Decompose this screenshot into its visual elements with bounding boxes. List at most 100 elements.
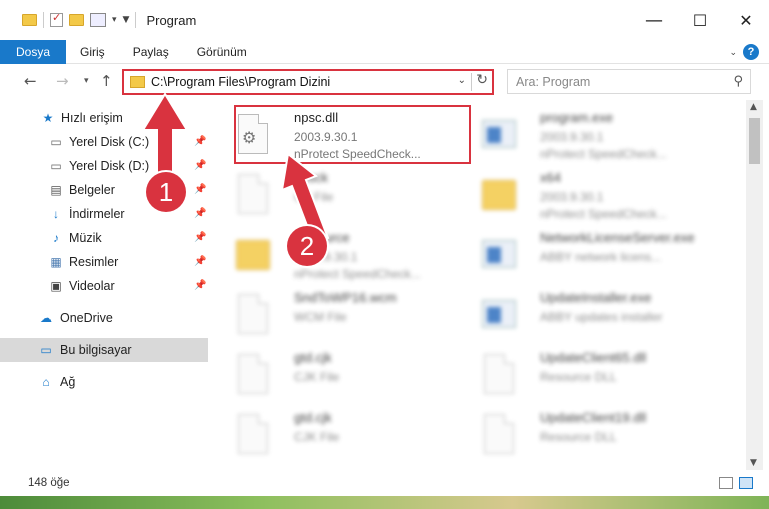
tab-giris[interactable]: Giriş xyxy=(66,40,119,64)
cloud-icon: ☁ xyxy=(40,311,52,325)
minimize-button[interactable]: — xyxy=(631,0,677,40)
file-name: SndToWP16.wcm xyxy=(294,290,397,305)
file-icon xyxy=(234,354,272,398)
sidebar-item-onedrive[interactable]: ☁ OneDrive xyxy=(0,306,208,330)
folder-icon xyxy=(234,234,272,278)
properties-check-icon[interactable] xyxy=(50,11,63,27)
search-input[interactable]: Ara: Program xyxy=(516,75,590,89)
file-item[interactable]: npsck CK File xyxy=(224,166,474,226)
sidebar-item-label: Resimler xyxy=(69,255,119,269)
window-title: Program xyxy=(146,12,197,28)
forward-arrow-icon[interactable]: → xyxy=(56,72,69,90)
file-name: program.exe xyxy=(540,110,613,125)
file-item[interactable]: SndToWP16.wcm WCM File xyxy=(224,286,474,346)
vertical-scrollbar[interactable]: ▲ ▼ xyxy=(746,100,763,470)
tab-paylas[interactable]: Paylaş xyxy=(119,40,183,64)
pin-icon[interactable]: 📌 xyxy=(194,280,206,291)
download-icon: ↓ xyxy=(53,207,59,221)
maximize-button[interactable]: ☐ xyxy=(677,0,723,40)
scroll-thumb[interactable] xyxy=(749,118,760,164)
explorer-window: ▾ ▼ Program — ☐ ✕ Dosya Giriş Paylaş Gör… xyxy=(0,0,769,509)
close-button[interactable]: ✕ xyxy=(723,0,769,40)
sidebar-item-label: Bu bilgisayar xyxy=(60,343,132,357)
pin-icon[interactable]: 📌 xyxy=(194,184,206,195)
file-description: ABBY updates installer xyxy=(540,310,663,324)
drive-icon: ▭ xyxy=(50,159,62,173)
music-icon: ♪ xyxy=(53,231,59,245)
customize-toolbar-icon[interactable]: ▼ xyxy=(123,15,130,25)
file-item[interactable]: gtd.cjk CJK File xyxy=(224,406,474,466)
refresh-icon[interactable]: ↻ xyxy=(476,72,488,88)
file-icon xyxy=(234,294,272,338)
pin-icon[interactable]: 📌 xyxy=(194,160,206,171)
status-bar: 148 öğe xyxy=(0,472,769,496)
pin-icon[interactable]: 📌 xyxy=(194,136,206,147)
search-icon[interactable]: ⚲ xyxy=(733,74,743,89)
file-icon xyxy=(480,414,518,458)
sidebar-item-this-pc[interactable]: ▭ Bu bilgisayar xyxy=(0,338,208,362)
new-folder-icon[interactable] xyxy=(69,14,84,26)
file-item[interactable]: UpdateClient65.dll Resource DLL xyxy=(470,346,720,406)
file-type: WCM File xyxy=(294,310,347,324)
file-name: UpdateClient65.dll xyxy=(540,350,647,365)
large-icons-view-icon[interactable] xyxy=(739,477,753,489)
scroll-up-icon[interactable]: ▲ xyxy=(750,102,757,112)
file-version: 2003.9.30.1 xyxy=(540,130,604,144)
folder-icon xyxy=(22,14,37,26)
sidebar-item-label: Videolar xyxy=(69,279,115,293)
file-name: x64 xyxy=(540,170,561,185)
view-options-icon[interactable] xyxy=(90,13,106,27)
file-item[interactable]: Resource 2003.9.30.1 nProtect SpeedCheck… xyxy=(224,226,474,286)
expand-ribbon-icon[interactable]: ⌄ xyxy=(729,47,737,58)
file-description: nProtect SpeedCheck... xyxy=(540,207,667,221)
search-box[interactable]: Ara: Program ⚲ xyxy=(507,69,751,94)
toolbar-separator xyxy=(43,12,44,28)
file-type: CJK File xyxy=(294,370,340,384)
sidebar-item-label: Belgeler xyxy=(69,183,115,197)
sidebar-item-network[interactable]: ⌂ Ağ xyxy=(0,370,208,394)
sidebar-item-label: Ağ xyxy=(60,375,76,389)
file-item[interactable]: UpdateClient19.dll Resource DLL xyxy=(470,406,720,466)
sidebar-item-label: Hızlı erişim xyxy=(61,111,123,125)
highlight-box xyxy=(234,105,471,164)
sidebar-item-videos[interactable]: ▣ Videolar 📌 xyxy=(0,274,208,298)
ribbon-right-controls: ⌄ ? xyxy=(729,44,759,60)
pin-icon[interactable]: 📌 xyxy=(194,256,206,267)
sidebar-item-label: Müzik xyxy=(69,231,102,245)
sidebar-item-label: OneDrive xyxy=(60,311,113,325)
documents-icon: ▤ xyxy=(50,183,62,197)
file-name: UpdateClient19.dll xyxy=(540,410,647,425)
up-arrow-icon[interactable]: ↑ xyxy=(100,72,113,90)
file-type: Resource DLL xyxy=(540,370,617,384)
tab-dosya[interactable]: Dosya xyxy=(0,39,67,64)
file-icon xyxy=(234,174,272,218)
pin-icon[interactable]: 📌 xyxy=(194,208,206,219)
sidebar-item-music[interactable]: ♪ Müzik 📌 xyxy=(0,226,208,250)
address-row: ← → ▾ ↑ C:\Program Files\Program Dizini … xyxy=(0,64,769,98)
back-arrow-icon[interactable]: ← xyxy=(24,72,37,90)
help-icon[interactable]: ? xyxy=(743,44,759,60)
chevron-down-icon[interactable]: ▾ xyxy=(112,15,117,25)
details-view-icon[interactable] xyxy=(719,477,733,489)
exe-file-icon xyxy=(480,234,518,278)
address-path[interactable]: C:\Program Files\Program Dizini xyxy=(151,75,330,89)
quick-access-toolbar: ▾ ▼ xyxy=(22,11,137,28)
tab-gorunum[interactable]: Görünüm xyxy=(183,40,261,64)
file-description: ABBY network licens... xyxy=(540,250,662,264)
desktop-background xyxy=(0,496,769,509)
exe-file-icon xyxy=(480,294,518,338)
file-item[interactable]: x64 2003.9.30.1 nProtect SpeedCheck... xyxy=(470,166,720,226)
chevron-down-icon[interactable]: ⌄ xyxy=(458,75,466,86)
sidebar-item-pictures[interactable]: ▦ Resimler 📌 xyxy=(0,250,208,274)
step-badge-2: 2 xyxy=(287,226,327,266)
recent-locations-icon[interactable]: ▾ xyxy=(84,76,89,86)
scroll-down-icon[interactable]: ▼ xyxy=(750,458,757,468)
file-item[interactable]: program.exe 2003.9.30.1 nProtect SpeedCh… xyxy=(470,106,720,166)
sidebar-item-label: Yerel Disk (C:) xyxy=(69,135,150,149)
file-item[interactable]: NetworkLicenseServer.exe ABBY network li… xyxy=(470,226,720,286)
file-item[interactable]: UpdateInstaller.exe ABBY updates install… xyxy=(470,286,720,346)
pin-icon[interactable]: 📌 xyxy=(194,232,206,243)
file-description: nProtect SpeedCheck... xyxy=(540,147,667,161)
file-version: 2003.9.30.1 xyxy=(540,190,604,204)
file-item[interactable]: gtd.cjk CJK File xyxy=(224,346,474,406)
